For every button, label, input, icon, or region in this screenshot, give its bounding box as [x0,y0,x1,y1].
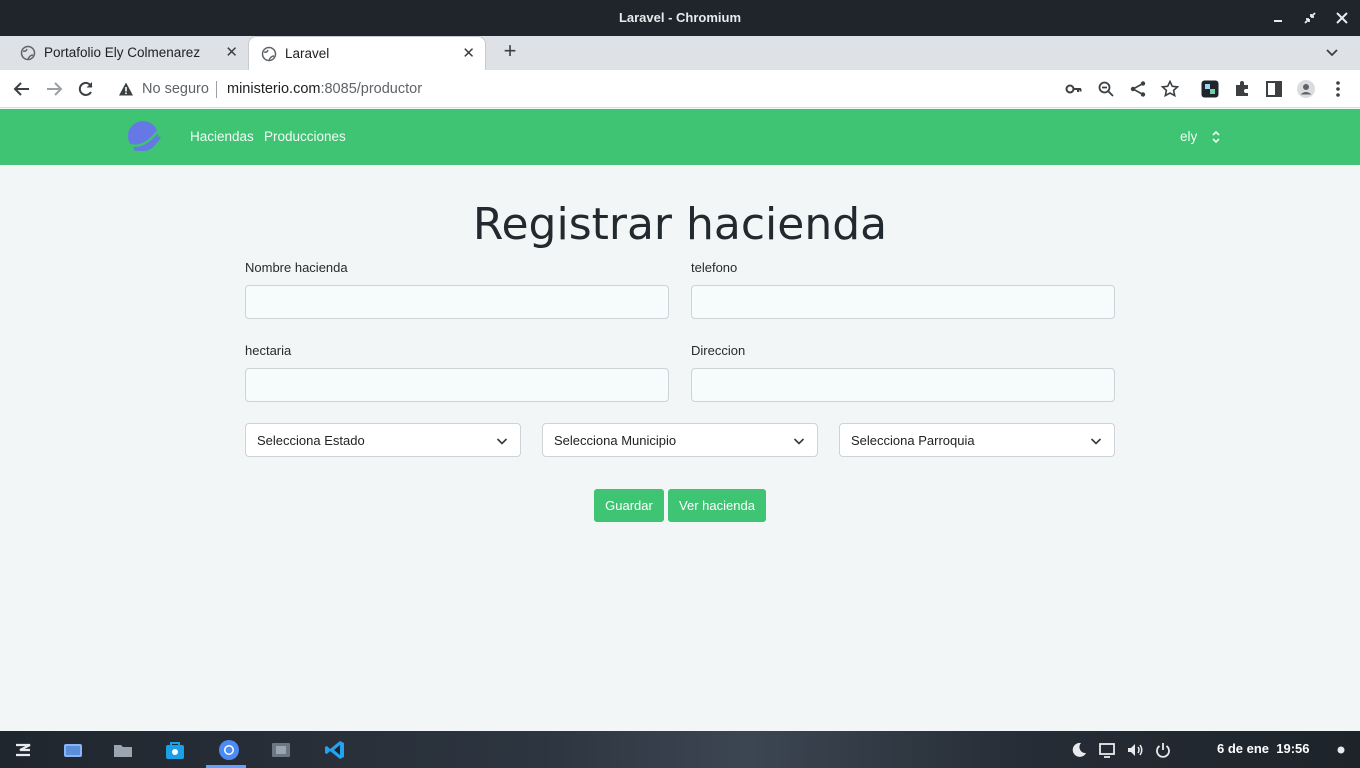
tab-search-chevron-icon[interactable] [1322,42,1342,62]
tab-label: Laravel [285,46,330,61]
omnibox-divider [216,81,217,98]
workspaces-icon[interactable] [62,739,84,761]
screenshot-tool-icon[interactable] [270,739,292,761]
telefono-input[interactable] [691,285,1115,319]
tab-strip: Portafolio Ely Colmenarez ✕ Laravel ✕ + [0,36,1360,70]
municipio-select-value: Selecciona Municipio [554,433,677,448]
ver-hacienda-button[interactable]: Ver hacienda [668,489,766,522]
browser-toolbar: No seguro ministerio.com:8085/productor [0,70,1360,108]
profile-avatar-icon[interactable] [1296,79,1316,99]
display-icon[interactable] [1098,741,1116,759]
key-icon[interactable] [1064,79,1084,99]
close-tab-icon[interactable]: ✕ [462,44,475,62]
label-direccion: Direccion [691,343,746,358]
label-nombre-hacienda: Nombre hacienda [245,260,348,275]
page-title: Registrar hacienda [472,199,888,250]
url-path: :8085/productor [320,81,423,97]
nav-link-haciendas[interactable]: Haciendas [190,129,254,144]
address-bar[interactable]: No seguro ministerio.com:8085/productor [108,74,1188,104]
vscode-icon[interactable] [324,739,346,761]
parroquia-select[interactable]: Selecciona Parroquia [839,423,1115,457]
side-panel-icon[interactable] [1264,79,1284,99]
site-navbar: Haciendas Producciones ely [0,109,1360,165]
zorin-menu-icon[interactable] [12,739,34,761]
clock-date: 6 de ene [1217,741,1270,756]
clock-time: 19:56 [1276,741,1310,756]
label-hectaria: hectaria [245,343,292,358]
close-window-icon[interactable] [1332,8,1352,28]
files-icon[interactable] [112,739,134,761]
os-taskbar: 6 de ene 19:56 [0,731,1360,768]
chromium-icon[interactable] [218,739,240,761]
guardar-button[interactable]: Guardar [594,489,664,522]
forward-icon[interactable] [44,79,64,99]
new-tab-button[interactable]: + [498,40,522,64]
nav-link-producciones[interactable]: Producciones [264,129,346,144]
volume-icon[interactable] [1126,741,1144,759]
parroquia-select-value: Selecciona Parroquia [851,433,975,448]
warning-icon[interactable] [118,81,134,97]
menu-kebab-icon[interactable] [1328,79,1348,99]
url-host: ministerio.com [227,81,321,97]
chevron-down-icon [1090,438,1102,445]
globe-icon [20,45,36,61]
estado-select-value: Selecciona Estado [257,433,365,448]
direccion-input[interactable] [691,368,1115,402]
nombre-hacienda-input[interactable] [245,285,669,319]
chevron-updown-icon[interactable] [1210,129,1222,145]
web-page: Haciendas Producciones ely Registrar hac… [0,109,1360,731]
system-clock[interactable]: 6 de ene 19:56 [1217,741,1310,756]
url-text[interactable]: ministerio.com:8085/productor [227,81,422,97]
label-telefono: telefono [691,260,738,275]
back-icon[interactable] [12,79,32,99]
reload-icon[interactable] [76,79,96,99]
tab-portafolio[interactable]: Portafolio Ely Colmenarez ✕ [8,36,248,70]
estado-select[interactable]: Selecciona Estado [245,423,521,457]
window-title: Laravel - Chromium [618,10,742,25]
chevron-down-icon [496,438,508,445]
notification-dot-icon[interactable] [1332,741,1350,759]
share-icon[interactable] [1128,79,1148,99]
extension-app-icon[interactable] [1200,79,1220,99]
close-tab-icon[interactable]: ✕ [225,43,238,61]
zoom-out-icon[interactable] [1096,79,1116,99]
municipio-select[interactable]: Selecciona Municipio [542,423,818,457]
software-store-icon[interactable] [164,739,186,761]
night-mode-icon[interactable] [1070,741,1088,759]
security-status[interactable]: No seguro [142,81,209,97]
user-menu[interactable]: ely [1180,129,1197,144]
hectaria-input[interactable] [245,368,669,402]
site-logo[interactable] [126,119,162,155]
tab-label: Portafolio Ely Colmenarez [44,45,201,60]
chevron-down-icon [793,438,805,445]
restore-icon[interactable] [1300,8,1320,28]
globe-icon [261,46,277,62]
minimize-icon[interactable] [1268,8,1288,28]
power-icon[interactable] [1154,741,1172,759]
extensions-puzzle-icon[interactable] [1232,79,1252,99]
tab-laravel[interactable]: Laravel ✕ [248,36,486,70]
window-titlebar: Laravel - Chromium [0,0,1360,36]
bookmark-star-icon[interactable] [1160,79,1180,99]
